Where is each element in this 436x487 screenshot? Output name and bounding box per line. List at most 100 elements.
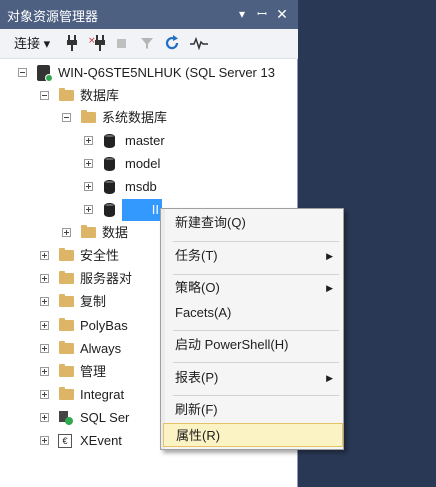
- menu-item-properties[interactable]: 属性(R): [163, 423, 343, 447]
- tree-node-label: XEvent: [80, 433, 122, 448]
- dropdown-icon[interactable]: ▾: [234, 5, 250, 23]
- menu-item-label: 属性(R): [176, 428, 221, 443]
- database-icon: [104, 180, 115, 194]
- tree-node-label: master: [125, 133, 165, 148]
- expand-toggle[interactable]: [40, 251, 49, 260]
- close-icon[interactable]: ✕: [274, 5, 290, 23]
- folder-icon: [59, 364, 74, 377]
- menu-item-policies[interactable]: 策略(O) ▶: [163, 276, 343, 300]
- collapse-toggle[interactable]: [18, 68, 27, 77]
- database-icon: [104, 134, 115, 148]
- tree-node-label: 复制: [80, 294, 107, 309]
- expand-toggle[interactable]: [40, 321, 49, 330]
- menu-separator: [173, 274, 339, 275]
- tree-node-model[interactable]: model: [0, 153, 298, 175]
- folder-icon: [59, 88, 74, 101]
- tree-node-label: SQL Ser: [80, 410, 130, 425]
- tree-node-msdb[interactable]: msdb: [0, 176, 298, 198]
- menu-item-label: 启动 PowerShell(H): [175, 337, 289, 352]
- expand-toggle[interactable]: [84, 205, 93, 214]
- tree-node-polybase[interactable]: PolyBas: [0, 315, 160, 337]
- folder-icon: [59, 271, 74, 284]
- expand-toggle[interactable]: [40, 413, 49, 422]
- panel-titlebar: 对象资源管理器 ▾ ꟷ ✕: [0, 0, 298, 29]
- folder-icon: [59, 341, 74, 354]
- tree-node-management[interactable]: 管理: [0, 361, 160, 383]
- menu-item-refresh[interactable]: 刷新(F): [163, 398, 343, 422]
- collapse-toggle[interactable]: [62, 113, 71, 122]
- menu-separator: [173, 241, 339, 242]
- tree-node-sql-agent[interactable]: SQL Ser: [0, 407, 160, 429]
- tree-node-label: 管理: [80, 364, 107, 379]
- tree-node-label: II: [122, 199, 162, 221]
- menu-item-facets[interactable]: Facets(A): [163, 301, 343, 325]
- tree-node-label: WIN-Q6STE5NLHUK (SQL Server 13: [58, 65, 275, 80]
- folder-icon: [81, 225, 96, 238]
- menu-item-label: 任务(T): [175, 248, 218, 263]
- tree-node-label: Always: [80, 341, 122, 356]
- collapse-toggle[interactable]: [40, 91, 49, 100]
- menu-item-label: 策略(O): [175, 280, 220, 295]
- svg-text:×: ×: [88, 36, 96, 46]
- stop-icon[interactable]: [116, 35, 128, 53]
- disconnect-icon[interactable]: ×: [88, 35, 106, 53]
- filter-icon[interactable]: [140, 35, 154, 53]
- tree-node-label: 数据库: [80, 88, 120, 103]
- connect-button[interactable]: 连接 ▾: [14, 35, 50, 53]
- tree-node-master[interactable]: master: [0, 130, 298, 152]
- menu-item-start-powershell[interactable]: 启动 PowerShell(H): [163, 333, 343, 357]
- tree-node-security[interactable]: 安全性: [0, 245, 160, 267]
- connect-plug-icon[interactable]: [66, 35, 78, 53]
- tree-node-label: PolyBas: [80, 318, 128, 333]
- tree-node-label: model: [125, 156, 161, 171]
- expand-toggle[interactable]: [40, 344, 49, 353]
- folder-icon: [59, 387, 74, 400]
- tree-node-server-objects[interactable]: 服务器对: [0, 268, 160, 290]
- menu-separator: [173, 395, 339, 396]
- activity-monitor-icon[interactable]: [190, 35, 208, 53]
- tree-node-system-databases[interactable]: 系统数据库: [0, 107, 298, 129]
- panel-title: 对象资源管理器: [7, 9, 99, 24]
- expand-toggle[interactable]: [40, 436, 49, 445]
- server-icon: [37, 65, 53, 82]
- tree-node-server[interactable]: WIN-Q6STE5NLHUK (SQL Server 13: [0, 62, 298, 84]
- tree-node-label: Integrat: [80, 387, 125, 402]
- tree-node-label: 服务器对: [80, 271, 133, 286]
- tree-node-database-snapshots[interactable]: 数据: [0, 222, 160, 244]
- expand-toggle[interactable]: [84, 159, 93, 168]
- database-icon: [104, 203, 115, 217]
- menu-item-new-query[interactable]: 新建查询(Q): [163, 211, 343, 235]
- pin-icon[interactable]: ꟷ: [254, 5, 270, 23]
- menu-item-reports[interactable]: 报表(P) ▶: [163, 366, 343, 390]
- expand-toggle[interactable]: [84, 182, 93, 191]
- tree-node-label: 安全性: [80, 248, 120, 263]
- refresh-icon[interactable]: [164, 35, 180, 53]
- expand-toggle[interactable]: [40, 274, 49, 283]
- tree-node-replication[interactable]: 复制: [0, 291, 160, 313]
- expand-toggle[interactable]: [40, 297, 49, 306]
- submenu-arrow-icon: ▶: [326, 373, 333, 383]
- menu-item-label: 刷新(F): [175, 402, 218, 417]
- menu-item-tasks[interactable]: 任务(T) ▶: [163, 244, 343, 268]
- menu-separator: [173, 330, 339, 331]
- tree-node-label: 数据: [102, 225, 129, 240]
- xevent-icon: €: [58, 434, 72, 448]
- tree-node-databases[interactable]: 数据库: [0, 85, 298, 107]
- expand-toggle[interactable]: [40, 390, 49, 399]
- tree-node-xevent[interactable]: € XEvent: [0, 430, 160, 452]
- menu-item-label: 报表(P): [175, 370, 219, 385]
- expand-toggle[interactable]: [62, 228, 71, 237]
- folder-icon: [59, 294, 74, 307]
- expand-toggle[interactable]: [84, 136, 93, 145]
- menu-item-label: 新建查询(Q): [175, 215, 246, 230]
- submenu-arrow-icon: ▶: [326, 251, 333, 261]
- explorer-toolbar: 连接 ▾ ×: [0, 29, 298, 59]
- tree-node-label: msdb: [125, 179, 157, 194]
- context-menu: 新建查询(Q) 任务(T) ▶ 策略(O) ▶ Facets(A) 启动 Pow…: [160, 208, 344, 450]
- tree-node-integration[interactable]: Integrat: [0, 384, 160, 406]
- folder-icon: [59, 318, 74, 331]
- expand-toggle[interactable]: [40, 367, 49, 376]
- tree-node-always-on[interactable]: Always: [0, 338, 160, 360]
- menu-item-label: Facets(A): [175, 305, 232, 320]
- folder-icon: [81, 110, 96, 123]
